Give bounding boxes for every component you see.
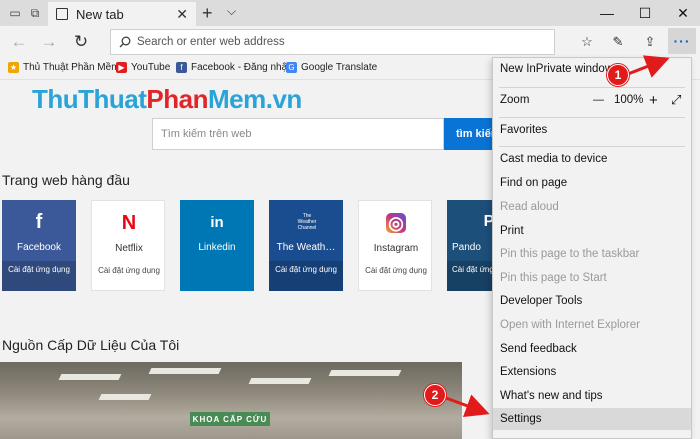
tab-strip: ▭ ⧉ New tab ✕ + ⌵ — ☐ ✕ bbox=[0, 0, 700, 26]
menu-print[interactable]: Print bbox=[493, 220, 691, 242]
facebook-icon: f bbox=[35, 210, 43, 233]
address-input[interactable] bbox=[137, 36, 517, 48]
translate-icon: G bbox=[286, 62, 297, 73]
step-1-badge: 1 bbox=[607, 64, 629, 86]
menu-extensions[interactable]: Extensions bbox=[493, 361, 691, 383]
share-icon[interactable]: ⇪ bbox=[640, 32, 660, 52]
favorite-item[interactable]: G Google Translate bbox=[286, 62, 377, 73]
menu-new-inprivate-window[interactable]: New InPrivate window bbox=[493, 58, 691, 80]
linkedin-icon: in bbox=[210, 213, 224, 231]
tab-page-icon bbox=[56, 8, 68, 20]
instagram-icon: ◎ bbox=[386, 213, 406, 233]
ceiling-light bbox=[148, 368, 222, 374]
forward-button[interactable]: → bbox=[38, 31, 60, 53]
back-button[interactable]: ← bbox=[8, 31, 30, 53]
menu-separator bbox=[499, 146, 685, 147]
weather-channel-icon: The Weather Channel bbox=[297, 213, 317, 231]
close-window-button[interactable]: ✕ bbox=[668, 2, 698, 24]
bookmark-icon: ★ bbox=[8, 62, 19, 73]
navigation-bar: ← → ↻ ☆ ✎ ⇪ ··· bbox=[0, 26, 700, 58]
search-icon bbox=[119, 36, 131, 48]
zoom-out-button[interactable]: — bbox=[593, 89, 604, 111]
ceiling-light bbox=[248, 378, 312, 384]
top-site-tile[interactable]: ◎ Instagram Cài đặt ứng dụng bbox=[358, 200, 432, 291]
menu-settings[interactable]: Settings bbox=[493, 408, 691, 430]
favorites-star-icon[interactable]: ☆ bbox=[577, 32, 597, 52]
tab-preview-icon[interactable]: ▭ bbox=[6, 4, 24, 22]
menu-separator bbox=[499, 87, 685, 88]
menu-zoom: Zoom bbox=[493, 89, 691, 111]
top-site-tile[interactable]: in Linkedin bbox=[180, 200, 254, 291]
pen-icon[interactable]: ✎ bbox=[608, 32, 628, 52]
tab-title: New tab bbox=[76, 6, 124, 22]
maximize-button[interactable]: ☐ bbox=[630, 2, 660, 24]
zoom-label: Zoom bbox=[500, 94, 530, 106]
ceiling-light bbox=[58, 374, 122, 380]
settings-menu: New InPrivate window Zoom — 100% + ⤢ Fav… bbox=[492, 57, 692, 439]
settings-and-more-button[interactable]: ··· bbox=[668, 28, 696, 54]
youtube-icon: ▶ bbox=[116, 62, 127, 73]
menu-find-on-page[interactable]: Find on page bbox=[493, 172, 691, 194]
menu-separator bbox=[499, 117, 685, 118]
minimize-button[interactable]: — bbox=[592, 2, 622, 24]
new-tab-button[interactable]: + bbox=[202, 3, 213, 24]
favorite-item[interactable]: f Facebook - Đăng nhập bbox=[176, 62, 293, 73]
favorite-item[interactable]: ▶ YouTube bbox=[116, 62, 170, 73]
menu-pin-start: Pin this page to Start bbox=[500, 272, 607, 284]
fullscreen-icon[interactable]: ⤢ bbox=[671, 89, 681, 111]
chevron-down-icon[interactable]: ⌵ bbox=[227, 4, 236, 19]
top-site-tile[interactable]: The Weather Channel The Weath… Cài đặt ứ… bbox=[269, 200, 343, 291]
tab-new-tab[interactable]: New tab ✕ bbox=[48, 2, 196, 26]
refresh-button[interactable]: ↻ bbox=[70, 31, 92, 53]
zoom-level: 100% bbox=[614, 94, 644, 106]
menu-cast-media[interactable]: Cast media to device bbox=[493, 148, 691, 170]
set-aside-tabs-icon[interactable]: ⧉ bbox=[26, 4, 44, 22]
web-search-box[interactable] bbox=[152, 118, 444, 150]
close-icon[interactable]: ✕ bbox=[176, 6, 188, 23]
news-feed-image[interactable]: KHOA CẤP CỨU bbox=[0, 362, 462, 439]
web-search-input[interactable] bbox=[161, 128, 431, 140]
favorite-item[interactable]: ★ Thủ Thuật Phần Mềm bbox=[8, 62, 120, 73]
news-feed-title: Nguồn Cấp Dữ Liệu Của Tôi bbox=[2, 337, 180, 353]
facebook-icon: f bbox=[176, 62, 187, 73]
top-site-tile[interactable]: N Netflix Cài đặt ứng dụng bbox=[91, 200, 165, 291]
menu-send-feedback[interactable]: Send feedback bbox=[493, 338, 691, 360]
ceiling-light bbox=[98, 394, 152, 400]
photo-sign: KHOA CẤP CỨU bbox=[190, 412, 270, 426]
netflix-icon: N bbox=[121, 211, 137, 234]
menu-favorites[interactable]: Favorites bbox=[493, 119, 691, 141]
top-sites-title: Trang web hàng đầu bbox=[2, 172, 130, 188]
site-logo: ThuThuatPhanMem.vn bbox=[32, 84, 302, 114]
menu-open-with-ie: Open with Internet Explorer bbox=[500, 319, 640, 331]
menu-developer-tools[interactable]: Developer Tools bbox=[493, 290, 691, 312]
menu-pin-taskbar: Pin this page to the taskbar bbox=[500, 248, 640, 260]
zoom-in-button[interactable]: + bbox=[649, 89, 658, 111]
top-site-tile[interactable]: f Facebook Cài đặt ứng dụng bbox=[2, 200, 76, 291]
step-2-badge: 2 bbox=[424, 384, 446, 406]
menu-whats-new[interactable]: What's new and tips bbox=[493, 385, 691, 407]
menu-read-aloud: Read aloud bbox=[500, 201, 559, 213]
address-bar[interactable] bbox=[110, 29, 555, 55]
ceiling-light bbox=[328, 370, 402, 376]
